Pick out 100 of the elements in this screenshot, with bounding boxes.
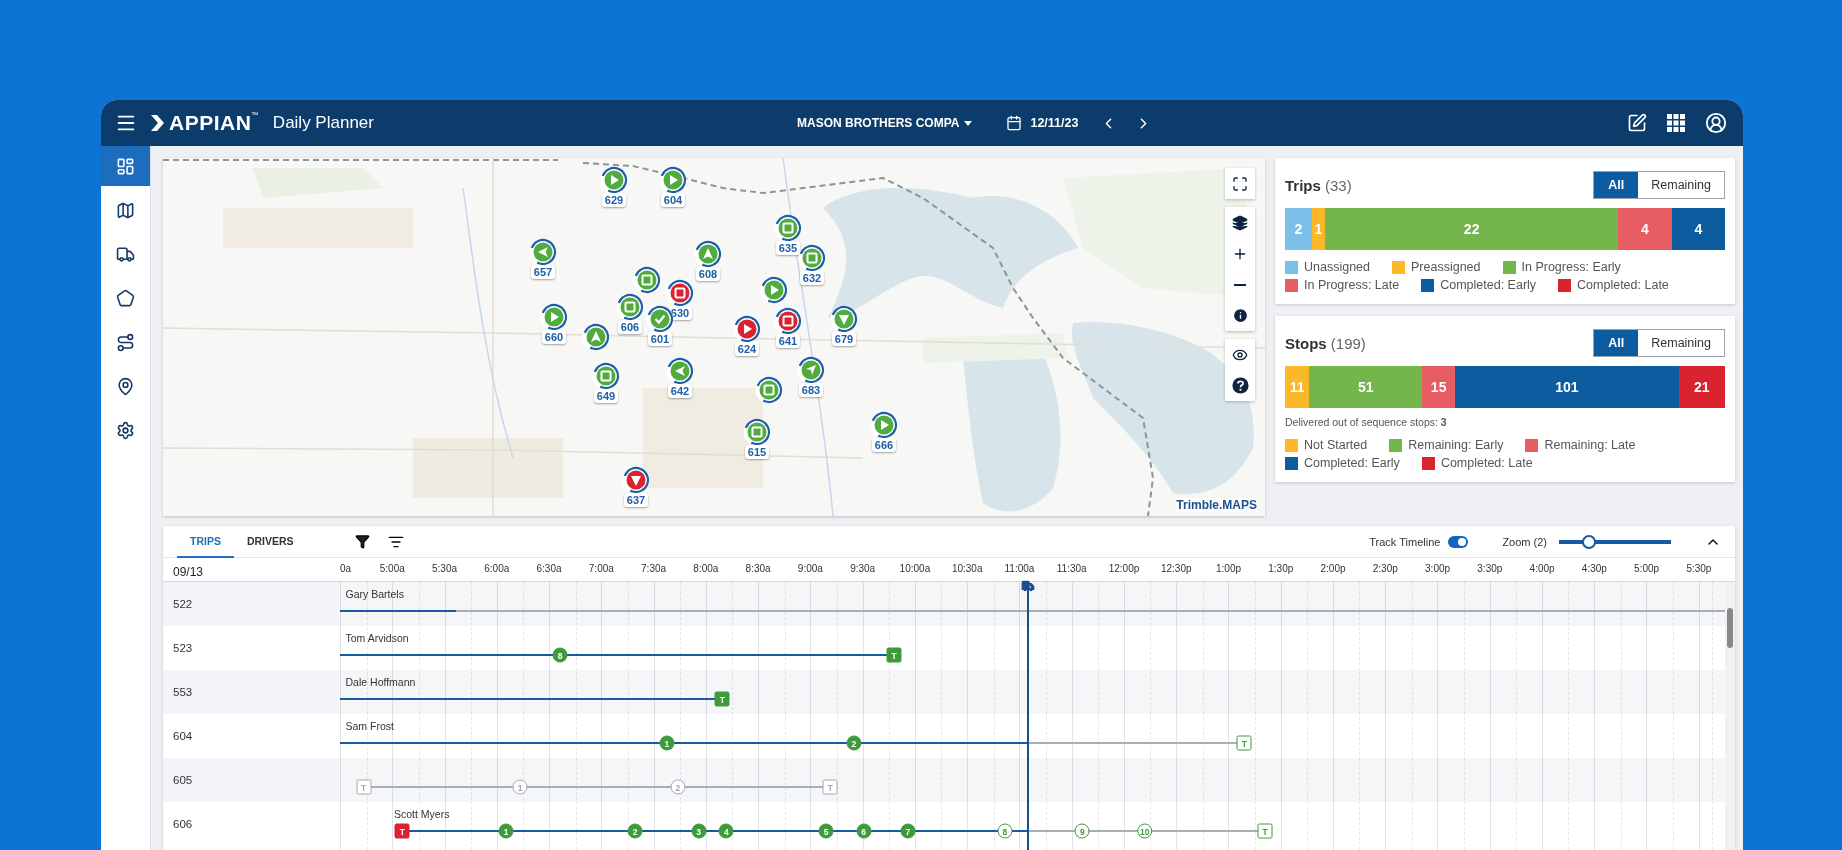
left-marker-icon[interactable] — [529, 238, 557, 266]
marker-label: 635 — [775, 241, 801, 255]
bar-segment: 15 — [1422, 366, 1456, 408]
help-button[interactable] — [1225, 370, 1255, 401]
driver-name: Tom Arvidson — [345, 632, 409, 644]
marker-label: 624 — [734, 342, 760, 356]
fullscreen-button[interactable] — [1225, 168, 1255, 199]
time-label: 6:30a — [535, 562, 563, 576]
terminal-marker[interactable]: T — [714, 691, 730, 707]
time-label: 2:00p — [1319, 562, 1347, 576]
caret-icon — [964, 120, 973, 126]
legend-label: In Progress: Late — [1304, 278, 1400, 292]
edit-icon[interactable] — [1627, 113, 1647, 133]
time-label: 4:30p — [1580, 562, 1608, 576]
time-label: 0a — [340, 562, 353, 576]
apps-grid-icon[interactable] — [1667, 114, 1685, 132]
visibility-button[interactable] — [1225, 339, 1255, 370]
terminal-marker[interactable]: T — [1257, 823, 1273, 839]
stop-marker[interactable]: 8 — [997, 823, 1013, 839]
stop-marker[interactable]: 1 — [659, 735, 675, 751]
play-marker-icon[interactable] — [760, 276, 788, 304]
legend-label: Preassigned — [1411, 260, 1481, 274]
stop-marker[interactable]: 2 — [670, 779, 686, 795]
stop-marker-icon[interactable] — [616, 293, 644, 321]
play-marker-icon[interactable] — [540, 303, 568, 331]
stop-marker[interactable]: 1 — [512, 779, 528, 795]
stop-marker[interactable]: 5 — [818, 823, 834, 839]
stop-marker-icon[interactable] — [774, 307, 802, 335]
legend-label: Not Started — [1304, 438, 1368, 452]
terminal-marker[interactable]: T — [394, 823, 410, 839]
legend-label: Completed: Late — [1577, 278, 1669, 292]
play-marker-icon[interactable] — [600, 166, 628, 194]
account-icon[interactable] — [1705, 112, 1727, 134]
pentagon-icon — [116, 288, 135, 308]
marker-label: 629 — [601, 193, 627, 207]
time-label: 8:00a — [692, 562, 720, 576]
legend-label: Remaining: Late — [1544, 438, 1636, 452]
terminal-marker[interactable]: T — [356, 779, 372, 795]
marker-label: 642 — [667, 384, 693, 398]
bar-segment: 22 — [1325, 208, 1619, 250]
legend-label: Remaining: Early — [1408, 438, 1504, 452]
filter-toggle[interactable]: All — [1594, 330, 1639, 356]
time-label: 2:30p — [1371, 562, 1399, 576]
play-marker-icon[interactable] — [870, 411, 898, 439]
trip-number: 553 — [163, 670, 340, 714]
stop-marker[interactable]: 9 — [1074, 823, 1090, 839]
navigate-marker-icon[interactable] — [797, 356, 825, 384]
track-timeline-label: Track Timeline — [1369, 535, 1441, 548]
stop-marker[interactable]: 3 — [691, 823, 707, 839]
stop-marker[interactable]: 4 — [718, 823, 734, 839]
play-marker-icon[interactable] — [659, 166, 687, 194]
stop-marker[interactable]: 7 — [900, 823, 916, 839]
stop-marker-icon[interactable] — [774, 214, 802, 242]
stop-marker[interactable]: 10 — [1136, 823, 1153, 839]
scrollbar-track[interactable] — [1725, 582, 1735, 850]
company-selector[interactable]: MASON BROTHERS COMPA — [791, 115, 979, 131]
marker-label: 679 — [831, 332, 857, 346]
marker-label: 632 — [799, 271, 825, 285]
filter-toggle[interactable]: All — [1594, 172, 1639, 198]
trip-number: 605 — [163, 758, 340, 802]
stop-marker[interactable]: 8 — [552, 647, 568, 663]
stop-marker-icon[interactable] — [743, 418, 771, 446]
stop-marker[interactable]: 1 — [498, 823, 514, 839]
pin-icon — [116, 376, 135, 396]
timeline-tab[interactable]: TRIPS — [177, 525, 234, 558]
terminal-marker[interactable]: T — [886, 647, 902, 663]
down-marker-icon[interactable] — [830, 305, 858, 333]
marker-label: 683 — [798, 383, 824, 397]
stop-marker-icon[interactable] — [798, 244, 826, 272]
up-marker-icon[interactable] — [694, 240, 722, 268]
stop-marker-icon[interactable] — [592, 362, 620, 390]
terminal-marker[interactable]: T — [1236, 735, 1252, 751]
legend-label: Completed: Early — [1304, 456, 1400, 470]
truck-icon — [1021, 579, 1036, 593]
stop-marker[interactable]: 2 — [627, 823, 643, 839]
filter-icon[interactable] — [354, 534, 370, 549]
scrollbar-thumb[interactable] — [1727, 608, 1733, 648]
bar-segment: 2 — [1285, 208, 1312, 250]
slider-thumb[interactable] — [1582, 534, 1597, 549]
up-marker-icon[interactable] — [582, 323, 610, 351]
truck-icon — [116, 244, 135, 264]
stop-marker-icon[interactable] — [666, 279, 694, 307]
legend-label: Completed: Late — [1440, 456, 1533, 470]
down-marker-icon[interactable] — [622, 466, 650, 494]
bar-segment: 4 — [1618, 208, 1672, 250]
stop-marker[interactable]: 2 — [846, 735, 862, 751]
left-marker-icon[interactable] — [666, 357, 694, 385]
terminal-marker[interactable]: T — [822, 779, 838, 795]
calendar-icon[interactable] — [1006, 115, 1023, 131]
info-button[interactable] — [1225, 300, 1255, 331]
stop-marker[interactable]: 6 — [856, 823, 871, 839]
sidebar-item[interactable] — [101, 146, 150, 186]
stop-marker-icon[interactable] — [633, 266, 661, 294]
stop-marker-icon[interactable] — [755, 376, 783, 404]
track-timeline-switch[interactable] — [1448, 535, 1469, 548]
time-label: 1:00p — [1215, 562, 1242, 576]
layers-button[interactable] — [1225, 207, 1255, 238]
timeline-tab[interactable]: DRIVERS — [233, 525, 307, 558]
time-label: 10:30a — [950, 562, 984, 576]
play-marker-icon[interactable] — [733, 315, 761, 343]
